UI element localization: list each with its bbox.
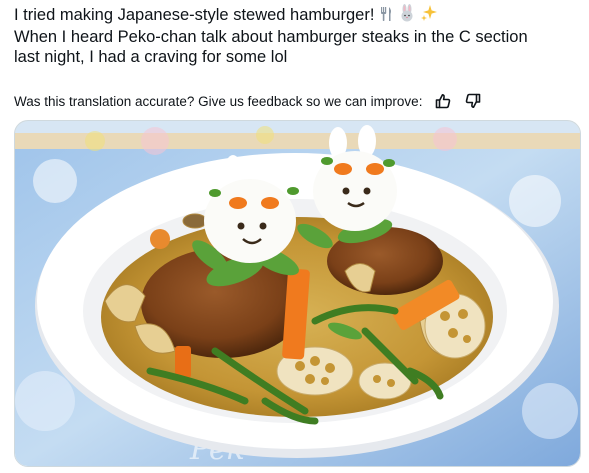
thumbs-up-icon[interactable] (434, 92, 452, 110)
fork-and-knife-icon (378, 6, 394, 27)
tweet-line-1: I tried making Japanese-style stewed ham… (14, 4, 579, 27)
sparkles-icon (420, 4, 438, 27)
tweet-line-2: When I heard Peko-chan talk about hambur… (14, 28, 528, 46)
tweet-line-1-text: I tried making Japanese-style stewed ham… (14, 6, 375, 24)
tweet-line-3: last night, I had a craving for some lol (14, 48, 288, 66)
thumbs-down-icon[interactable] (464, 92, 482, 110)
translation-feedback: Was this translation accurate? Give us f… (14, 91, 482, 111)
translation-feedback-text: Was this translation accurate? Give us f… (14, 93, 423, 109)
tweet-photo[interactable]: Pek (14, 120, 581, 467)
stewed-hamburger-photo: Pek (15, 121, 580, 466)
tweet-text: I tried making Japanese-style stewed ham… (14, 4, 579, 67)
rabbit-icon (398, 4, 416, 27)
